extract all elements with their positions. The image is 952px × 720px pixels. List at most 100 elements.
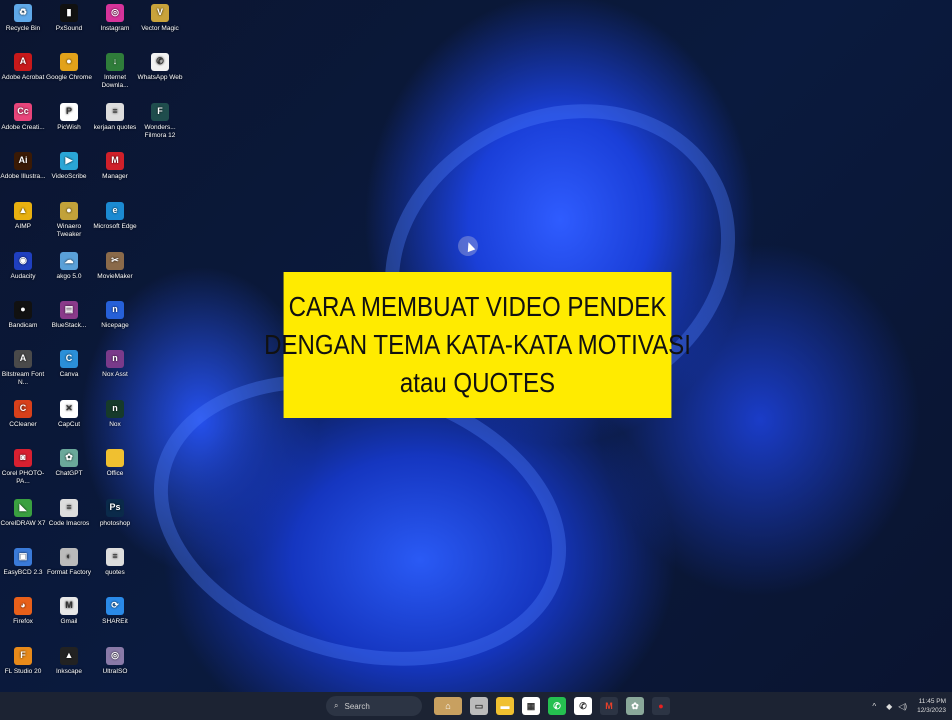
videoscribe-icon: ▶ (60, 152, 78, 170)
desktop-icon-label: Adobe Acrobat (1, 74, 45, 81)
desktop-icon[interactable]: ▮ PxSound (46, 4, 92, 33)
desktop-icon[interactable]: P PicWish (46, 103, 92, 132)
desktop-icon[interactable]: ⟳ SHAREit (92, 597, 138, 626)
desktop-icon[interactable]: n Nox Asst (92, 350, 138, 379)
ccleaner-icon: C (14, 400, 32, 418)
desktop-icon-label: Corel PHOTO-PA... (1, 470, 45, 485)
desktop-icon-label: WhatsApp Web (137, 74, 183, 81)
desktop-icon[interactable]: ✂ MovieMaker (92, 252, 138, 281)
desktop-icon[interactable]: ☁ akgo 5.0 (46, 252, 92, 281)
whatsapp-icon[interactable]: ✆ (548, 697, 566, 715)
desktop-icon[interactable]: Cc Adobe Creati... (0, 103, 46, 132)
clock-date: 12/3/2023 (917, 707, 946, 714)
desktop-icon[interactable]: Ps photoshop (92, 499, 138, 528)
whatsapp-icon[interactable]: ✆ (574, 697, 592, 715)
aimp-icon: ▲ (14, 202, 32, 220)
store-icon[interactable]: ▦ (522, 697, 540, 715)
desktop-icon-label: Nox Asst (102, 371, 128, 378)
shareit-icon: ⟳ (106, 597, 124, 615)
file-explorer-icon[interactable]: ▬ (496, 697, 514, 715)
desktop-icon[interactable]: A Bitstream Font N... (0, 350, 46, 386)
inkscape-icon: ▲ (60, 647, 78, 665)
desktop-icon-label: Google Chrome (46, 74, 92, 81)
volume-icon[interactable]: ◁) (898, 702, 907, 711)
search-icon: ⌕ (334, 701, 339, 710)
search-box[interactable]: ⌕ Search (326, 696, 422, 716)
desktop-icon[interactable]: ▶ VideoScribe (46, 152, 92, 181)
desktop-icon[interactable]: ♻ Recycle Bin (0, 4, 46, 33)
bandicam-icon: ● (14, 301, 32, 319)
desktop-icon[interactable]: M Gmail (46, 597, 92, 626)
nox-icon: n (106, 400, 124, 418)
desktop-icon[interactable]: ◣ CorelDRAW X7 (0, 499, 46, 528)
desktop-icon[interactable]: ◐ Format Factory (46, 548, 92, 577)
bandicam-record-icon[interactable]: ● (652, 697, 670, 715)
desktop-icon-label: VideoScribe (51, 173, 87, 180)
desktop-icon[interactable]: e Microsoft Edge (92, 202, 138, 231)
audacity-icon: ◉ (14, 252, 32, 270)
gmail-icon[interactable]: M (600, 697, 618, 715)
task-view-icon[interactable]: ▭ (470, 697, 488, 715)
desktop-icon[interactable]: ✆ WhatsApp Web (137, 53, 183, 82)
desktop-icon[interactable]: A Adobe Acrobat (0, 53, 46, 82)
ultraiso-icon: ◎ (106, 647, 124, 665)
canva-icon: C (60, 350, 78, 368)
chatgpt-icon[interactable]: ✿ (626, 697, 644, 715)
desktop-icon[interactable]: n Nicepage (92, 301, 138, 330)
picwish-icon: P (60, 103, 78, 121)
chatgpt-icon: ✿ (60, 449, 78, 467)
desktop-icon-label: Bitstream Font N... (1, 371, 45, 386)
desktop-icon-label: Firefox (13, 618, 33, 625)
desktop-icon-label: UltraISO (102, 668, 128, 675)
desktop-icon-label: Audacity (10, 273, 36, 280)
desktop-icon[interactable]: ◉ Audacity (0, 252, 46, 281)
desktop-icon[interactable]: ● Bandicam (0, 301, 46, 330)
desktop-icon[interactable]: M Manager (92, 152, 138, 181)
desktop-icon[interactable]: ≡ quotes (92, 548, 138, 577)
title-banner: CARA MEMBUAT VIDEO PENDEK DENGAN TEMA KA… (264, 272, 691, 418)
desktop-icon[interactable]: C Canva (46, 350, 92, 379)
desktop-icon[interactable]: Office (92, 449, 138, 478)
desktop-icon[interactable]: F FL Studio 20 (0, 647, 46, 676)
wifi-icon[interactable]: ◆ (886, 702, 892, 711)
desktop-icon[interactable]: ◕ Firefox (0, 597, 46, 626)
desktop-icon[interactable]: ↓ Internet Downla... (92, 53, 138, 89)
clock[interactable]: 11:45 PM 12/3/2023 (917, 697, 946, 715)
desktop-icon[interactable]: ✕ CapCut (46, 400, 92, 429)
desktop-icon-label: EasyBCD 2.3 (3, 569, 43, 576)
desktop-icon-label: PxSound (55, 25, 83, 32)
desktop: ♻ Recycle Bin ▮ PxSound ◎ Instagram V Vector Ma… (0, 0, 952, 692)
widgets-weather-icon[interactable]: ⌂ (434, 697, 462, 715)
desktop-icon[interactable]: ● Winaero Tweaker (46, 202, 92, 238)
desktop-icon[interactable]: ◎ Instagram (92, 4, 138, 33)
desktop-icon[interactable]: ● Google Chrome (46, 53, 92, 82)
desktop-icon[interactable]: F Wonders... Filmora 12 (137, 103, 183, 139)
banner-line-1: CARA MEMBUAT VIDEO PENDEK (288, 291, 667, 322)
desktop-icon[interactable]: ◙ Corel PHOTO-PA... (0, 449, 46, 485)
desktop-icon[interactable]: ✿ ChatGPT (46, 449, 92, 478)
desktop-icon-label: CCleaner (9, 421, 37, 428)
edge-icon: e (106, 202, 124, 220)
chevron-up-icon[interactable]: ^ (872, 702, 876, 711)
desktop-icon-label: CapCut (57, 421, 81, 428)
desktop-icon[interactable]: Ai Adobe Illustra... (0, 152, 46, 181)
desktop-icon[interactable]: n Nox (92, 400, 138, 429)
desktop-icon[interactable]: ▲ AIMP (0, 202, 46, 231)
desktop-icon[interactable]: V Vector Magic (137, 4, 183, 33)
desktop-icon[interactable]: ▲ Inkscape (46, 647, 92, 676)
vector-magic-icon: V (151, 4, 169, 22)
folder-icon (106, 449, 124, 467)
desktop-icon[interactable]: ▤ BlueStack... (46, 301, 92, 330)
text-file-icon: ≡ (60, 499, 78, 517)
desktop-icon-label: Instagram (100, 25, 130, 32)
desktop-icon[interactable]: ▣ EasyBCD 2.3 (0, 548, 46, 577)
adobe-cc-icon: Cc (14, 103, 32, 121)
desktop-icon[interactable]: C CCleaner (0, 400, 46, 429)
desktop-icon[interactable]: ◎ UltraISO (92, 647, 138, 676)
desktop-icon-label: Inkscape (55, 668, 83, 675)
corel-photopaint-icon: ◙ (14, 449, 32, 467)
start-button[interactable] (302, 698, 318, 714)
desktop-icon-label: Gmail (60, 618, 78, 625)
desktop-icon[interactable]: ≡ Code Imacros (46, 499, 92, 528)
desktop-icon[interactable]: ≡ kerjaan quotes (92, 103, 138, 132)
